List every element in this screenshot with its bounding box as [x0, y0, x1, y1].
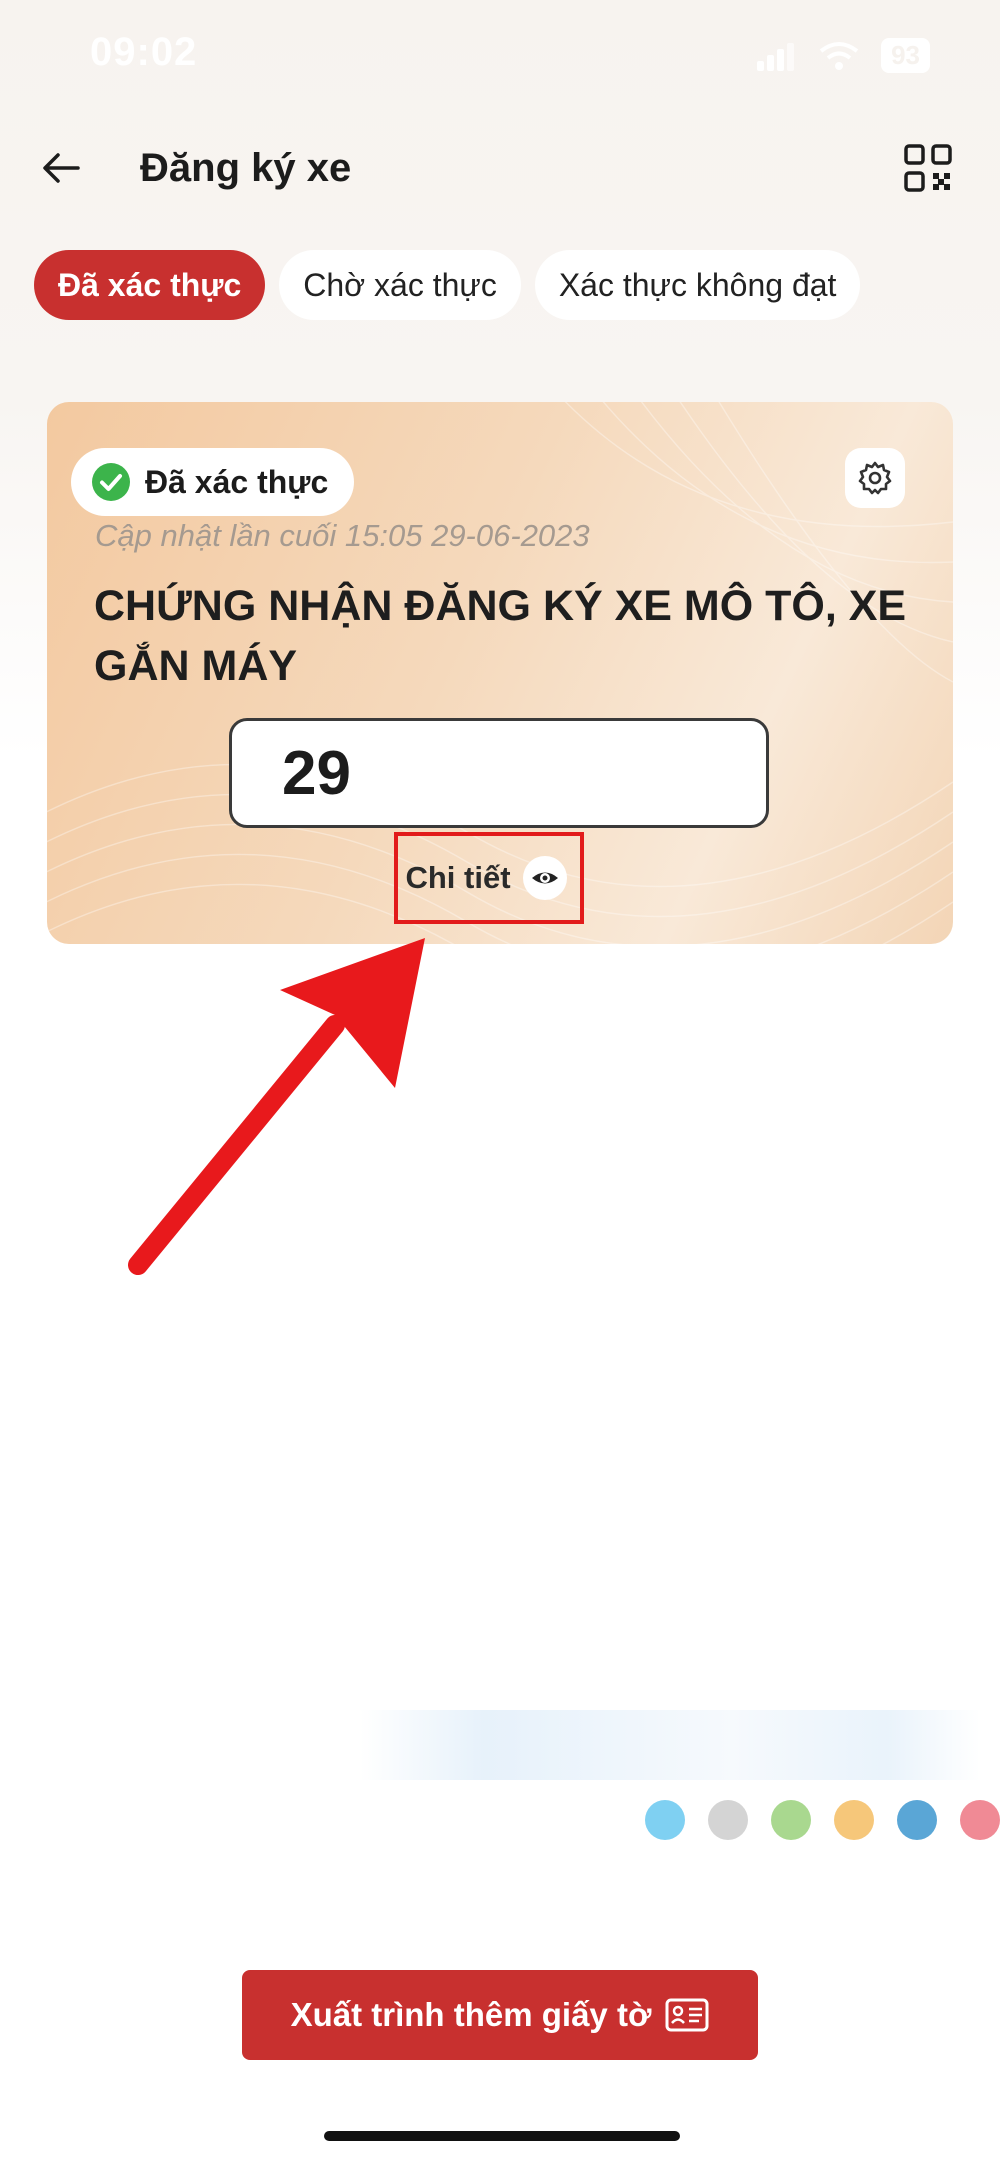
last-updated-text: Cập nhật lần cuối 15:05 29-06-2023 [95, 518, 590, 553]
plate-number-field: 29 [229, 718, 769, 828]
color-dot[interactable] [771, 1800, 811, 1840]
verified-status-badge: Đã xác thực [71, 448, 355, 516]
qr-code-icon [904, 144, 952, 192]
color-palette-dots [645, 1800, 1000, 1840]
status-indicators: 93 [757, 38, 930, 73]
present-more-documents-button[interactable]: Xuất trình thêm giấy tờ [242, 1970, 758, 2060]
verified-status-label: Đã xác thực [145, 463, 329, 500]
check-circle-icon [92, 463, 130, 501]
detail-highlight-box [394, 832, 584, 924]
status-tabs: Đã xác thực Chờ xác thực Xác thực không … [34, 250, 861, 320]
color-dot[interactable] [897, 1800, 937, 1840]
card-settings-button[interactable] [845, 448, 905, 508]
vehicle-registration-card[interactable]: Đã xác thực Cập nhật lần cuối 15:05 29-0… [47, 402, 953, 944]
color-dot[interactable] [960, 1800, 1000, 1840]
tab-verified[interactable]: Đã xác thực [34, 250, 266, 320]
plate-number: 29 [282, 738, 351, 808]
document-title: CHỨNG NHẬN ĐĂNG KÝ XE MÔ TÔ, XE GẮN MÁY [94, 582, 907, 690]
gear-icon [858, 461, 892, 495]
tab-failed[interactable]: Xác thực không đạt [534, 250, 861, 320]
present-more-documents-label: Xuất trình thêm giấy tờ [290, 1996, 652, 2033]
home-indicator [324, 2131, 680, 2141]
battery-indicator: 93 [881, 38, 930, 73]
id-card-icon [665, 1998, 709, 2032]
pointer-arrow-annotation [128, 938, 425, 1275]
back-button[interactable] [38, 145, 84, 191]
decorative-strip [360, 1710, 980, 1780]
qr-scan-button[interactable] [902, 142, 954, 194]
tab-pending[interactable]: Chờ xác thực [279, 250, 521, 320]
color-dot[interactable] [834, 1800, 874, 1840]
arrow-left-icon [43, 153, 80, 183]
page-title: Đăng ký xe [140, 146, 352, 190]
status-time: 09:02 [90, 30, 198, 74]
wifi-icon [819, 41, 859, 70]
color-dot[interactable] [645, 1800, 685, 1840]
color-dot[interactable] [708, 1800, 748, 1840]
signal-icon [757, 42, 795, 71]
